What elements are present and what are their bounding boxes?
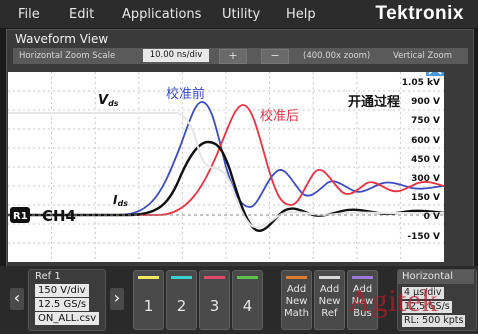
chevron-left-icon[interactable]: ‹	[10, 288, 24, 310]
waveform-plot[interactable]: Vds Ids 校准前 校准后 开通过程 R1 CH4 1.05 kV 900 …	[8, 58, 445, 262]
button-label: Add New Ref	[318, 284, 341, 319]
y-tick-label: 750 V	[411, 116, 440, 126]
menu-file[interactable]: File	[18, 7, 40, 22]
button-color-bar	[352, 276, 373, 279]
menu-bar: File Edit Applications Utility Help Tekt…	[0, 0, 478, 28]
channel-number: 3	[209, 297, 220, 315]
menu-help[interactable]: Help	[286, 7, 316, 22]
watermark: Agitek	[348, 282, 439, 318]
y-tick-label: -150 V	[407, 232, 440, 242]
vertical-zoom-label: Vertical Zoom	[393, 51, 453, 61]
y-tick-label: 1.05 kV	[402, 78, 440, 88]
button-color-bar	[319, 276, 340, 279]
channel-4-button[interactable]: 4	[232, 270, 263, 330]
brand-logo: Tektronix	[375, 3, 464, 24]
ref-marker[interactable]: R1	[10, 207, 30, 223]
menu-applications[interactable]: Applications	[122, 7, 201, 22]
zoom-minus-button[interactable]: −	[261, 49, 289, 64]
ref-sample-rate: 12.5 GS/s	[35, 298, 90, 311]
channel-color-bar	[138, 276, 159, 279]
channel-color-bar	[171, 276, 192, 279]
channel-label: CH4	[42, 207, 76, 225]
y-tick-label: 300 V	[411, 174, 440, 184]
ref-file: ON_ALL.csv	[35, 312, 100, 325]
channel-color-bar	[204, 276, 225, 279]
button-color-bar	[286, 276, 307, 279]
y-tick-label: 900 V	[411, 97, 440, 107]
ref1-badge[interactable]: Ref 1 150 V/div 12.5 GS/s ON_ALL.csv	[28, 269, 106, 331]
add-new-math-button[interactable]: Add New Math	[281, 270, 312, 330]
menu-edit[interactable]: Edit	[69, 7, 94, 22]
y-tick-label: 0 V	[424, 212, 440, 222]
y-tick-label: 600 V	[411, 136, 440, 146]
channel-color-bar	[237, 276, 258, 279]
after-calibration-label: 校准后	[260, 108, 299, 124]
button-label: Add New Math	[283, 284, 309, 319]
ref-scale: 150 V/div	[35, 284, 89, 297]
y-tick-label: 150 V	[411, 193, 440, 203]
waveform-svg: Vds Ids 校准前 校准后 开通过程 R1 CH4 1.05 kV 900 …	[8, 58, 445, 262]
add-new-ref-button[interactable]: Add New Ref	[314, 270, 345, 330]
zoom-toolbar: Horizontal Zoom Scale 10.00 ns/div + − (…	[13, 48, 468, 64]
svg-text:R1: R1	[13, 211, 28, 222]
channel-number: 1	[143, 297, 154, 315]
channel-number: 2	[176, 297, 187, 315]
zoom-scale-label: Horizontal Zoom Scale	[19, 51, 116, 61]
channel-2-button[interactable]: 2	[166, 270, 197, 330]
zoom-plus-button[interactable]: +	[219, 49, 247, 64]
waveform-view-title: Waveform View	[15, 32, 109, 46]
ref-title: Ref 1	[35, 271, 61, 282]
chevron-right-icon[interactable]: ›	[110, 288, 124, 310]
turn-on-process-label: 开通过程	[348, 94, 400, 110]
y-tick-label: 450 V	[411, 155, 440, 165]
channel-1-button[interactable]: 1	[133, 270, 164, 330]
zoom-scale-input[interactable]: 10.00 ns/div	[143, 49, 209, 62]
menu-utility[interactable]: Utility	[222, 7, 260, 22]
zoom-factor: (400.00x zoom)	[303, 51, 371, 61]
channel-number: 4	[242, 297, 253, 315]
cursor-tool-icon[interactable]	[426, 58, 444, 76]
before-calibration-label: 校准前	[166, 86, 205, 102]
channel-3-button[interactable]: 3	[199, 270, 230, 330]
